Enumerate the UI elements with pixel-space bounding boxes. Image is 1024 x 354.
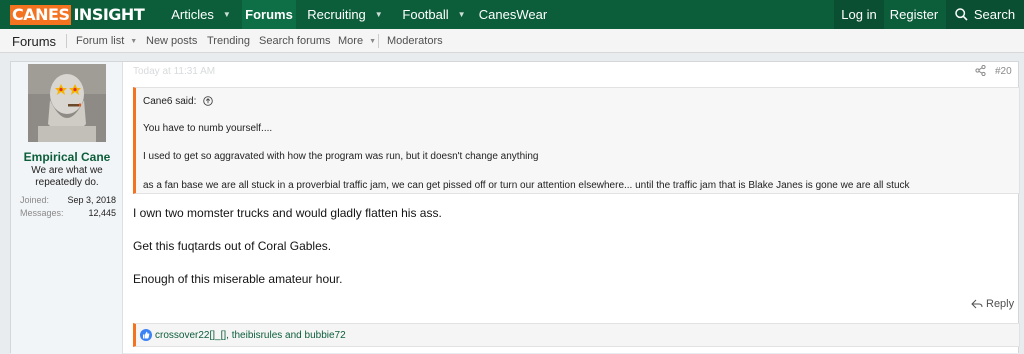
like-icon — [140, 329, 152, 341]
search-button[interactable]: Search — [946, 0, 1024, 29]
message-line: Get this fuqtards out of Coral Gables. — [133, 239, 332, 253]
search-icon — [955, 8, 968, 21]
divider — [66, 34, 67, 48]
sub-nav: Forums Forum list ▼ New posts Trending Se… — [0, 29, 1024, 53]
search-label: Search — [973, 7, 1016, 22]
user-messages: Messages: 12,445 — [20, 208, 116, 218]
username[interactable]: Empirical Cane — [11, 150, 123, 164]
user-joined: Joined: Sep 3, 2018 — [20, 195, 116, 205]
site-logo[interactable]: CANES INSIGHT — [10, 4, 145, 25]
divider — [378, 34, 379, 48]
post-date[interactable]: Today at 11:31 AM — [133, 66, 215, 77]
joined-value: Sep 3, 2018 — [67, 195, 116, 205]
post: Empirical Cane We are what we repeatedly… — [10, 61, 1020, 354]
chevron-down-icon[interactable]: ▼ — [130, 38, 137, 45]
quote-block: Cane6 said: You have to numb yourself...… — [133, 87, 1020, 194]
subnav-moderators[interactable]: Moderators — [387, 29, 443, 53]
avatar-image — [28, 64, 106, 142]
nav-caneswear-label: CanesWear — [478, 7, 548, 22]
nav-forums-label: Forums — [245, 7, 293, 22]
message-line: I own two momster trucks and would gladl… — [133, 206, 442, 220]
post-number[interactable]: #20 — [995, 66, 1012, 77]
subnav-title[interactable]: Forums — [12, 29, 56, 53]
login-label: Log in — [841, 7, 877, 22]
messages-label: Messages: — [20, 208, 64, 218]
quote-line: I used to get so aggravated with how the… — [143, 151, 539, 162]
top-nav: CANES INSIGHT Articles ▼ Forums Recruitin… — [0, 0, 1024, 29]
subnav-forum-list[interactable]: Forum list ▼ — [76, 29, 137, 53]
chevron-down-icon[interactable]: ▼ — [375, 10, 383, 19]
nav-recruiting[interactable]: Recruiting ▼ — [302, 0, 388, 29]
nav-articles[interactable]: Articles ▼ — [160, 0, 242, 29]
nav-forums[interactable]: Forums — [242, 0, 296, 29]
message-line: Enough of this miserable amateur hour. — [133, 272, 343, 286]
share-icon[interactable] — [975, 64, 986, 79]
logo-part2: INSIGHT — [73, 4, 145, 24]
nav-articles-label: Articles — [171, 7, 214, 22]
subnav-new-posts[interactable]: New posts — [146, 29, 197, 53]
reactions-bar[interactable]: crossover22[]_[], theibisrules and bubbi… — [133, 323, 1020, 347]
subnav-trending[interactable]: Trending — [207, 29, 250, 53]
logo-part1: CANES — [10, 4, 72, 25]
chevron-down-icon[interactable]: ▼ — [458, 10, 466, 19]
reply-label: Reply — [986, 298, 1015, 310]
user-title: We are what we repeatedly do. — [31, 165, 103, 188]
nav-caneswear[interactable]: CanesWear — [476, 0, 550, 29]
login-link[interactable]: Log in — [834, 0, 884, 29]
joined-label: Joined: — [20, 195, 50, 205]
quote-line: You have to numb yourself.... — [143, 123, 273, 134]
chevron-down-icon[interactable]: ▼ — [223, 10, 231, 19]
nav-football[interactable]: Football ▼ — [394, 0, 474, 29]
subnav-forum-list-label: Forum list — [76, 35, 125, 47]
post-content: Today at 11:31 AM #20 Cane6 said: You ha… — [123, 62, 1020, 354]
register-label: Register — [889, 7, 939, 22]
nav-recruiting-label: Recruiting — [307, 7, 366, 22]
register-link[interactable]: Register — [886, 0, 942, 29]
subnav-more[interactable]: More ▼ — [338, 29, 376, 53]
avatar[interactable] — [28, 64, 106, 142]
user-pane: Empirical Cane We are what we repeatedly… — [11, 62, 123, 354]
quote-line: as a fan base we are all stuck in a prov… — [143, 180, 910, 191]
messages-value: 12,445 — [88, 208, 116, 218]
quote-author: Cane6 said: — [143, 96, 197, 107]
arrow-up-circle-icon[interactable] — [203, 96, 213, 109]
chevron-down-icon[interactable]: ▼ — [369, 38, 376, 45]
subnav-more-label: More — [338, 35, 364, 47]
reactions-text[interactable]: crossover22[]_[], theibisrules and bubbi… — [155, 330, 346, 341]
reply-button[interactable]: Reply — [971, 298, 1014, 310]
quote-header[interactable]: Cane6 said: — [143, 96, 213, 109]
subnav-search-forums[interactable]: Search forums — [259, 29, 331, 53]
nav-football-label: Football — [402, 7, 449, 22]
reply-icon — [971, 299, 983, 309]
